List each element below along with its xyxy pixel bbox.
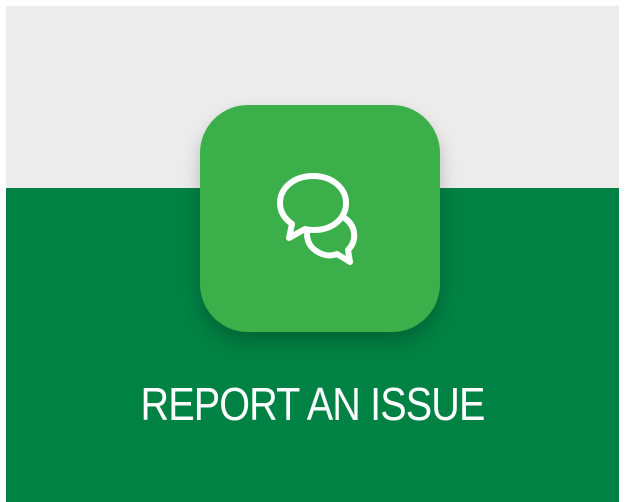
report-issue-label[interactable]: REPORT AN ISSUE xyxy=(49,381,576,427)
report-card: REPORT AN ISSUE xyxy=(6,6,619,502)
chat-bubbles-icon xyxy=(277,172,358,265)
report-issue-button[interactable] xyxy=(200,105,440,332)
